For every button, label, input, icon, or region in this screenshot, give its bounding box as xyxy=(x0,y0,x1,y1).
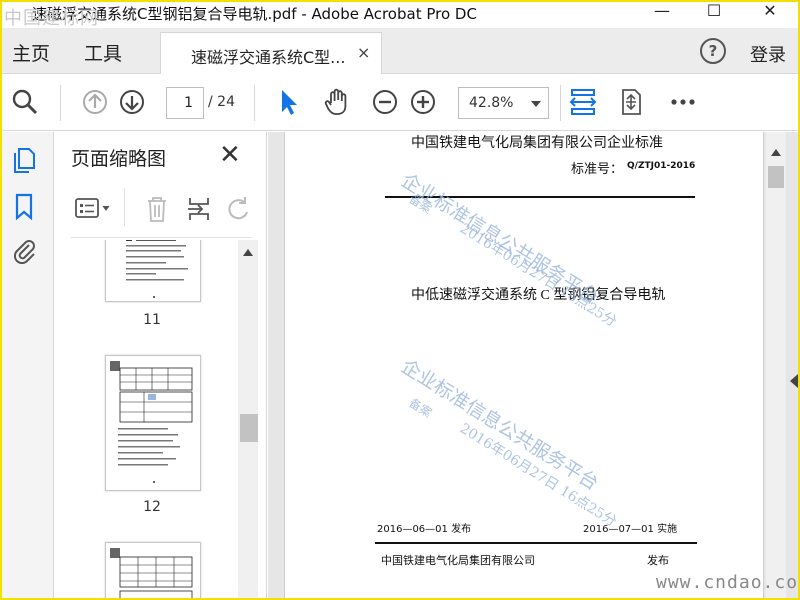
document-scroll-thumb[interactable] xyxy=(768,166,784,188)
zoom-value: 42.8% xyxy=(469,95,514,111)
rotate-page-icon[interactable] xyxy=(225,194,253,224)
page-thumbnail[interactable] xyxy=(105,542,201,598)
document-view: 中国铁建电气化局集团有限公司企业标准 标准号： Q/ZTJ01-2016 中低速… xyxy=(268,132,798,598)
toolbar-separator xyxy=(60,85,61,121)
more-icon[interactable] xyxy=(668,87,698,117)
document-tab[interactable]: 速磁浮交通系统C型... × xyxy=(160,32,382,74)
close-panel-button[interactable]: ✕ xyxy=(219,140,241,170)
site-watermark-top: 中国建标网 xyxy=(4,8,99,29)
insert-page-icon[interactable] xyxy=(185,194,213,224)
footer-rule xyxy=(375,542,697,544)
home-tab[interactable]: 主页 xyxy=(12,39,50,66)
publish-label: 发布 xyxy=(647,554,669,567)
thumbnail-options-icon[interactable] xyxy=(73,194,113,222)
implement-date: 2016—07—01 实施 xyxy=(583,524,678,535)
panel-title: 页面缩略图 xyxy=(71,148,167,170)
publish-date: 2016—06—01 发布 xyxy=(377,524,472,535)
page-thumbnail-image xyxy=(110,361,193,483)
standard-number-label: 标准号： xyxy=(571,161,624,176)
attachment-icon[interactable] xyxy=(10,236,38,264)
thumbnail-scroll-thumb[interactable] xyxy=(240,414,258,442)
filing-stamp-date: 2016年06月27日 16点25分 xyxy=(456,220,620,331)
thumbnail-page-number: 11 xyxy=(143,312,161,328)
toolbar: 1 / 24 42.8% xyxy=(2,75,798,131)
page-down-icon[interactable] xyxy=(117,87,147,117)
publisher: 中国铁建电气化局集团有限公司 xyxy=(381,554,535,567)
document-scrollbar[interactable] xyxy=(766,132,786,598)
document-title: 中低速磁浮交通系统 C 型钢铝复合导电轨 xyxy=(411,288,666,303)
document-tab-label: 速磁浮交通系统C型... xyxy=(191,48,346,67)
page-thumbnail[interactable] xyxy=(105,355,201,491)
title-bar: 速磁浮交通系统C型钢铝复合导电轨.pdf - Adobe Acrobat Pro… xyxy=(2,2,798,29)
standard-number: Q/ZTJ01-2016 xyxy=(627,161,696,171)
page-thumbnail-image xyxy=(126,240,188,298)
tools-tab[interactable]: 工具 xyxy=(84,39,122,66)
toolbar-separator xyxy=(254,85,255,121)
hand-icon[interactable] xyxy=(322,87,352,117)
tab-bar: 主页 工具 速磁浮交通系统C型... × ? 登录 xyxy=(2,28,798,74)
chevron-down-icon xyxy=(531,101,541,107)
select-cursor-icon[interactable] xyxy=(274,87,304,117)
page-thumbnails-icon[interactable] xyxy=(10,146,38,174)
thumbnail-tools xyxy=(71,182,251,238)
page-thumbnail-image xyxy=(110,548,193,598)
page-number-input[interactable]: 1 xyxy=(166,87,204,119)
company-standard-heading: 中国铁建电气化局集团有限公司企业标准 xyxy=(411,136,663,151)
filing-stamp-watermark: 企业标准信息公共服务平台 xyxy=(397,355,603,495)
page-total: / 24 xyxy=(208,94,235,110)
zoom-in-icon[interactable] xyxy=(408,87,438,117)
page-thumbnail[interactable] xyxy=(105,240,201,302)
thumbnail-list: 11 12 xyxy=(55,240,249,598)
scroll-up-icon[interactable] xyxy=(243,248,253,256)
acrobat-window: 速磁浮交通系统C型钢铝复合导电轨.pdf - Adobe Acrobat Pro… xyxy=(0,0,800,600)
expand-right-panel-icon[interactable] xyxy=(790,374,798,388)
page-up-icon[interactable] xyxy=(80,87,110,117)
site-watermark: www.cndao.com xyxy=(656,572,800,593)
delete-page-icon[interactable] xyxy=(143,194,171,224)
thumbnail-scrollbar[interactable] xyxy=(238,240,258,598)
pdf-page: 中国铁建电气化局集团有限公司企业标准 标准号： Q/ZTJ01-2016 中低速… xyxy=(284,132,764,598)
help-button[interactable]: ? xyxy=(700,38,726,64)
fit-page-icon[interactable] xyxy=(616,87,646,117)
maximize-button[interactable]: ☐ xyxy=(694,2,734,24)
document-tab-close-button[interactable]: × xyxy=(357,43,370,62)
zoom-out-icon[interactable] xyxy=(370,87,400,117)
tools-separator xyxy=(124,188,125,226)
bookmark-icon[interactable] xyxy=(10,192,38,220)
minimize-button[interactable]: — xyxy=(642,2,682,24)
login-button[interactable]: 登录 xyxy=(750,41,786,67)
left-navigation-rail xyxy=(2,132,54,598)
page-thumbnails-panel: 页面缩略图 ✕ 11 12 xyxy=(55,132,267,598)
scroll-up-icon[interactable] xyxy=(771,148,781,156)
search-icon[interactable] xyxy=(10,87,40,117)
thumbnail-page-number: 12 xyxy=(143,499,161,515)
toolbar-separator xyxy=(560,85,561,121)
close-window-button[interactable]: ✕ xyxy=(750,2,790,24)
fit-width-icon[interactable] xyxy=(568,87,598,117)
zoom-dropdown[interactable]: 42.8% xyxy=(458,87,549,119)
filing-stamp-label: 备案 xyxy=(406,395,435,421)
